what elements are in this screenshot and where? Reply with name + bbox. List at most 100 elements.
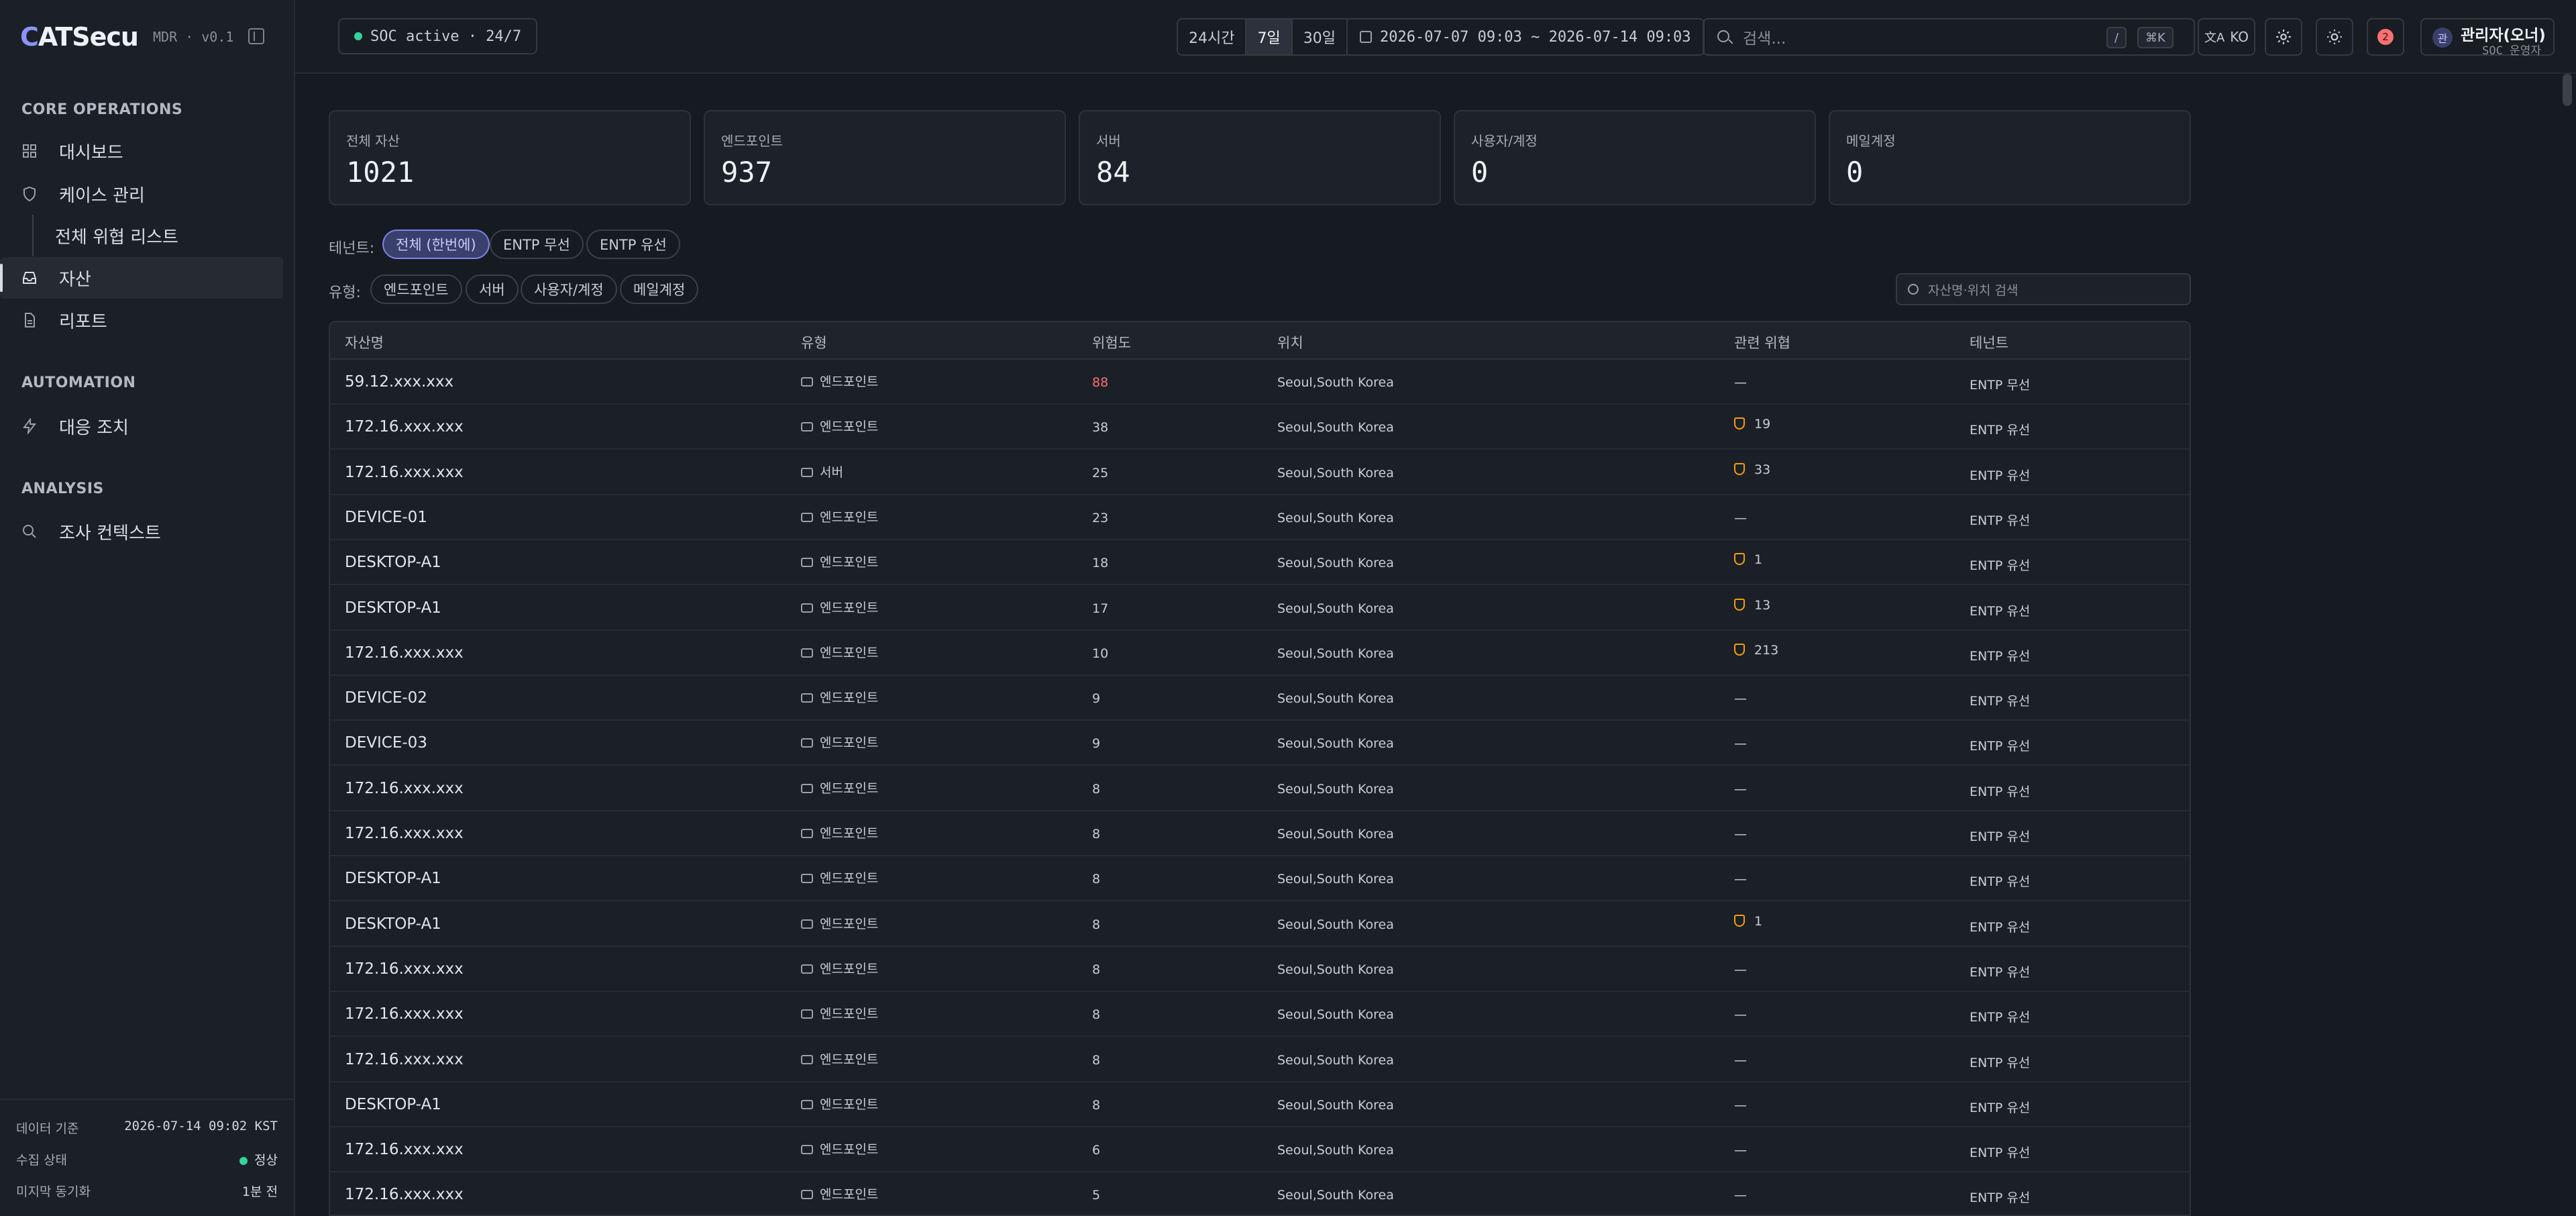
risk-score: 18 [1092,556,1109,571]
asset-name[interactable]: 172.16.xxx.xxx [345,464,464,481]
asset-name[interactable]: 172.16.xxx.xxx [345,1005,464,1023]
asset-type: 엔드포인트 [801,507,878,525]
asset-name[interactable]: DESKTOP-A1 [345,1096,441,1113]
tenant-chip-all[interactable]: 전체 (한번에) [382,230,490,259]
table-row[interactable]: 172.16.xxx.xxx 엔드포인트 8 Seoul,South Korea — EN… [330,811,2190,856]
asset-name[interactable]: 172.16.xxx.xxx [345,825,464,842]
notifications-button[interactable]: 2 [2367,18,2404,56]
theme-toggle-button[interactable] [2316,18,2353,56]
global-search-input[interactable]: 검색... / ⌘K [1703,18,2195,56]
related-threats[interactable]: 13 [1734,598,1770,613]
risk-score: 9 [1092,736,1101,752]
asset-name[interactable]: 172.16.xxx.xxx [345,1141,464,1158]
sidebar-item-investigation[interactable]: 조사 컨텍스트 [0,511,283,552]
table-row[interactable]: DESKTOP-A1 엔드포인트 8 Seoul,South Korea 1 ENTP 유… [330,902,2190,947]
type-chip-mail[interactable]: 메일계정 [620,274,699,304]
col-risk[interactable]: 위험도 [1092,332,1131,352]
range-24h-button[interactable]: 24시간 [1178,19,1247,54]
data-basis-row: 데이터 기준 2026-07-14 09:02 KST [16,1119,278,1137]
risk-score: 38 [1092,420,1109,436]
sidebar-item-response[interactable]: 대응 조치 [0,405,283,447]
table-row[interactable]: 172.16.xxx.xxx 엔드포인트 38 Seoul,South Korea 19… [330,405,2190,450]
col-asset-name[interactable]: 자산명 [345,332,384,352]
table-row[interactable]: DESKTOP-A1 엔드포인트 17 Seoul,South Korea 13 ENTP… [330,586,2190,631]
col-type[interactable]: 유형 [801,332,827,352]
user-menu[interactable]: 관 관리자(오너) SOC 운영자 [2420,18,2555,58]
related-threats[interactable]: 1 [1734,914,1762,929]
tenant-chip-wireless[interactable]: ENTP 무선 [490,230,584,259]
table-row[interactable]: 172.16.xxx.xxx 엔드포인트 8 Seoul,South Korea — EN… [330,947,2190,992]
related-threats[interactable]: 19 [1734,417,1770,432]
table-row[interactable]: 172.16.xxx.xxx 엔드포인트 5 Seoul,South Korea — EN… [330,1172,2190,1215]
time-range-selector: 24시간 7일 30일 2026-07-07 09:03 ~ 2026-07-1… [1177,18,1705,56]
col-tenant[interactable]: 테넌트 [1970,332,2008,352]
sidebar-item-label: 대시보드 [59,142,123,163]
asset-name[interactable]: 172.16.xxx.xxx [345,418,464,436]
avatar: 관 [2432,28,2453,48]
table-row[interactable]: 172.16.xxx.xxx 엔드포인트 10 Seoul,South Korea 21… [330,631,2190,676]
sidebar-collapse-icon[interactable] [248,28,264,44]
threat-shield-icon [1734,914,1745,927]
asset-tenant: ENTP 유선 [1970,603,2031,619]
asset-name[interactable]: 172.16.xxx.xxx [345,1051,464,1068]
settings-button[interactable] [2265,18,2302,56]
asset-location: Seoul,South Korea [1277,1052,1394,1068]
asset-name[interactable]: DESKTOP-A1 [345,870,441,887]
asset-type: 엔드포인트 [801,1050,878,1068]
asset-name[interactable]: DESKTOP-A1 [345,554,441,571]
table-row[interactable]: 172.16.xxx.xxx 엔드포인트 8 Seoul,South Korea — EN… [330,992,2190,1037]
table-row[interactable]: DESKTOP-A1 엔드포인트 8 Seoul,South Korea — ENTP 유… [330,1082,2190,1127]
asset-name[interactable]: DESKTOP-A1 [345,599,441,617]
table-row[interactable]: 172.16.xxx.xxx 서버 25 Seoul,South Korea 33 ENT… [330,450,2190,495]
sidebar-item-threat-list[interactable]: 전체 위협 리스트 [32,215,287,256]
asset-name[interactable]: 172.16.xxx.xxx [345,960,464,978]
asset-tenant: ENTP 유선 [1970,423,2031,438]
table-row[interactable]: DEVICE-02 엔드포인트 9 Seoul,South Korea — ENTP 유선 [330,676,2190,721]
col-threats[interactable]: 관련 위협 [1734,332,1790,352]
related-threats[interactable]: 213 [1734,643,1778,658]
asset-type: 엔드포인트 [801,598,878,616]
page-scrollbar[interactable] [2563,74,2572,106]
table-row[interactable]: DEVICE-03 엔드포인트 9 Seoul,South Korea — ENTP 유선 [330,721,2190,766]
stat-label: 엔드포인트 [721,133,783,149]
table-row[interactable]: 172.16.xxx.xxx 엔드포인트 8 Seoul,South Korea — EN… [330,766,2190,811]
type-chip-endpoint[interactable]: 엔드포인트 [370,274,462,304]
range-7d-button[interactable]: 7일 [1246,19,1293,54]
table-row[interactable]: 172.16.xxx.xxx 엔드포인트 6 Seoul,South Korea — EN… [330,1127,2190,1173]
asset-name[interactable]: 172.16.xxx.xxx [345,644,464,662]
asset-location: Seoul,South Korea [1277,736,1394,752]
asset-name[interactable]: 59.12.xxx.xxx [345,373,453,391]
related-threats[interactable]: 33 [1734,462,1770,477]
col-location[interactable]: 위치 [1277,332,1303,352]
related-threats[interactable]: 1 [1734,552,1762,567]
table-row[interactable]: 59.12.xxx.xxx 엔드포인트 88 Seoul,South Korea — EN… [330,360,2190,405]
asset-name[interactable]: 172.16.xxx.xxx [345,1186,464,1203]
sidebar-item-dashboard[interactable]: 대시보드 [0,130,283,172]
sidebar-item-assets[interactable]: 자산 [0,257,283,299]
table-row[interactable]: DESKTOP-A1 엔드포인트 8 Seoul,South Korea — ENTP 유… [330,856,2190,902]
table-row[interactable]: 172.16.xxx.xxx 엔드포인트 8 Seoul,South Korea — EN… [330,1037,2190,1082]
asset-name[interactable]: DEVICE-02 [345,689,427,707]
table-row[interactable]: DESKTOP-A1 엔드포인트 18 Seoul,South Korea 1 ENTP … [330,540,2190,586]
table-row[interactable]: DEVICE-01 엔드포인트 23 Seoul,South Korea — ENTP 유… [330,495,2190,540]
brand-logo: CATSecu [20,22,139,52]
brand[interactable]: CATSecu MDR · v0.1 [20,20,233,54]
asset-name[interactable]: 172.16.xxx.xxx [345,780,464,797]
sidebar-item-cases[interactable]: 케이스 관리 [0,173,283,215]
type-chip-user[interactable]: 사용자/계정 [521,274,617,304]
range-30d-button[interactable]: 30일 [1293,19,1348,54]
last-sync-label: 미지막 동기화 [16,1184,91,1199]
asset-tenant: ENTP 유선 [1970,829,2031,844]
risk-score: 8 [1092,872,1101,887]
kbd-cmd-k: ⌘K [2137,27,2174,48]
tenant-chip-wired[interactable]: ENTP 유선 [586,230,680,259]
type-chip-server[interactable]: 서버 [466,274,519,304]
date-range-picker[interactable]: 2026-07-07 09:03 ~ 2026-07-14 09:03 [1348,19,1703,54]
asset-search-input[interactable]: 자산명·위치 검색 [1896,273,2191,305]
asset-name[interactable]: DEVICE-01 [345,509,427,526]
asset-name[interactable]: DESKTOP-A1 [345,915,441,933]
asset-tenant: ENTP 유선 [1970,874,2031,890]
asset-name[interactable]: DEVICE-03 [345,734,427,752]
language-button[interactable]: 文A KO [2198,18,2255,56]
sidebar-item-reports[interactable]: 리포트 [0,299,283,341]
